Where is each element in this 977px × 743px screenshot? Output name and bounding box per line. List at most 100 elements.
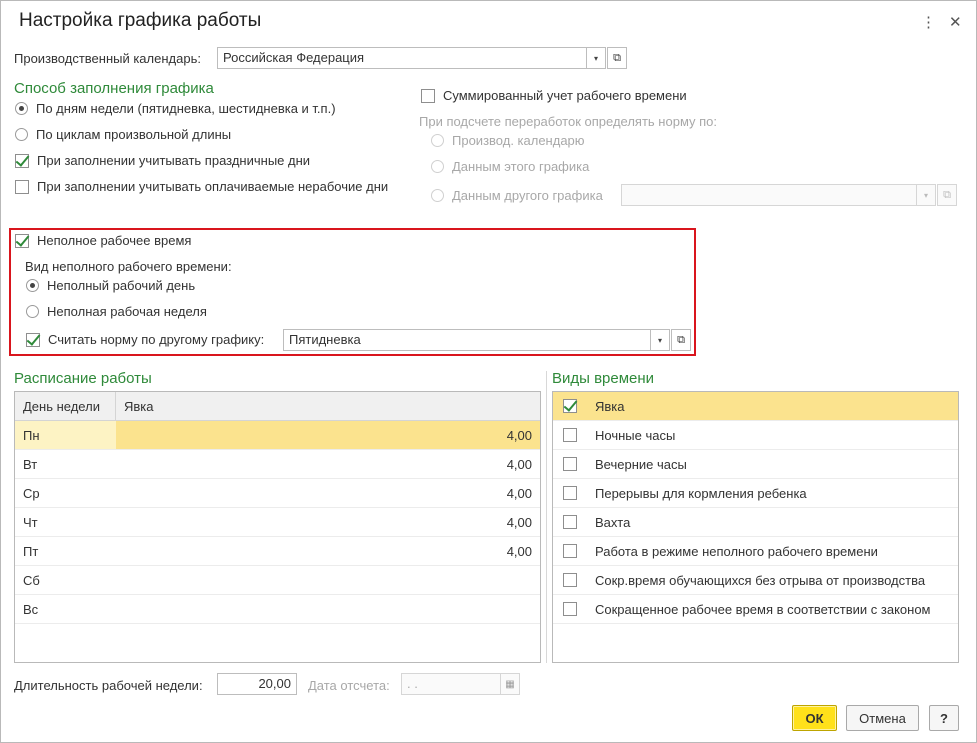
checkbox-unchecked[interactable] (563, 515, 577, 529)
other-schedule-dropdown-button[interactable]: ▾ (916, 184, 936, 206)
day-cell[interactable]: Сб (15, 566, 116, 594)
list-item[interactable]: Сокр.время обучающихся без отрыва от про… (553, 566, 958, 595)
cancel-button[interactable]: Отмена (846, 705, 919, 731)
table-row[interactable]: Ср 4,00 (15, 479, 540, 508)
day-cell[interactable]: Пт (15, 537, 116, 565)
checkbox-checked[interactable] (26, 332, 40, 347)
column-header-day[interactable]: День недели (15, 392, 116, 420)
part-time-day-option[interactable]: Неполный рабочий день (26, 278, 195, 293)
fill-by-weekdays-option[interactable]: По дням недели (пятидневка, шестидневка … (15, 101, 336, 116)
checkbox-unchecked[interactable] (563, 544, 577, 558)
checkbox-unchecked[interactable] (563, 486, 577, 500)
chevron-down-icon: ▾ (923, 190, 928, 200)
close-icon[interactable]: ✕ (949, 13, 962, 31)
schedule-table[interactable]: День недели Явка Пн 4,00 Вт 4,00 Ср 4,00 Чт 4,0… (14, 391, 541, 663)
list-item[interactable]: Ночные часы (553, 421, 958, 450)
help-button[interactable]: ? (929, 705, 959, 731)
attendance-cell[interactable]: 4,00 (116, 421, 540, 449)
calendar-open-button[interactable]: ⧉ (607, 47, 627, 69)
fill-by-weekdays-label: По дням недели (пятидневка, шестидневка … (36, 101, 336, 116)
attendance-cell[interactable] (116, 566, 540, 594)
list-item[interactable]: Явка (553, 392, 958, 421)
other-schedule-field[interactable] (621, 184, 917, 206)
table-row[interactable]: Вс (15, 595, 540, 624)
table-row[interactable]: Сб (15, 566, 540, 595)
calendar-label: Производственный календарь: (14, 51, 201, 66)
list-item[interactable]: Вахта (553, 508, 958, 537)
holidays-label: При заполнении учитывать праздничные дни (37, 153, 311, 168)
checkbox-cell[interactable] (553, 421, 587, 449)
fill-by-cycles-option[interactable]: По циклам произвольной длины (15, 127, 231, 142)
calendar-dropdown-button[interactable]: ▾ (586, 47, 606, 69)
part-time-kind-label: Вид неполного рабочего времени: (25, 259, 232, 274)
checkbox-checked[interactable] (15, 153, 29, 168)
kebab-menu-icon[interactable]: ⋮ (921, 13, 936, 31)
attendance-cell[interactable]: 4,00 (116, 537, 540, 565)
section-divider (546, 371, 547, 663)
table-row[interactable]: Пт 4,00 (15, 537, 540, 566)
attendance-cell[interactable]: 4,00 (116, 479, 540, 507)
checkbox-cell[interactable] (553, 595, 587, 623)
norm-by-other-schedule-option[interactable]: Данным другого графика (431, 188, 603, 203)
day-cell[interactable]: Пн (15, 421, 116, 449)
list-item[interactable]: Сокращенное рабочее время в соответствии… (553, 595, 958, 624)
day-cell[interactable]: Вс (15, 595, 116, 623)
checkbox-cell[interactable] (553, 392, 587, 420)
attendance-cell[interactable]: 4,00 (116, 508, 540, 536)
checkbox-checked[interactable] (563, 399, 577, 413)
time-type-label: Вечерние часы (595, 456, 687, 472)
checkbox-cell[interactable] (553, 537, 587, 565)
radio-unselected[interactable] (15, 128, 28, 141)
checkbox-unchecked[interactable] (15, 179, 29, 194)
day-cell[interactable]: Ср (15, 479, 116, 507)
checkbox-cell[interactable] (553, 508, 587, 536)
norm-other-dropdown-button[interactable]: ▾ (650, 329, 670, 351)
attendance-cell[interactable]: 4,00 (116, 450, 540, 478)
ok-button[interactable]: ОК (792, 705, 837, 731)
radio-disabled[interactable] (431, 189, 444, 202)
checkbox-unchecked[interactable] (563, 428, 577, 442)
norm-by-this-schedule-option[interactable]: Данным этого графика (431, 159, 589, 174)
checkbox-cell[interactable] (553, 450, 587, 478)
radio-selected[interactable] (26, 279, 39, 292)
week-length-field[interactable]: 20,00 (217, 673, 297, 695)
day-cell[interactable]: Вт (15, 450, 116, 478)
column-header-attendance[interactable]: Явка (116, 392, 540, 420)
checkbox-unchecked[interactable] (421, 88, 435, 103)
table-row[interactable]: Вт 4,00 (15, 450, 540, 479)
table-row[interactable]: Чт 4,00 (15, 508, 540, 537)
summary-accounting-label: Суммированный учет рабочего времени (443, 88, 687, 103)
norm-other-checkbox[interactable]: Считать норму по другому графику: (26, 332, 264, 347)
report-date-picker-button[interactable]: ▦ (500, 673, 520, 695)
holidays-checkbox[interactable]: При заполнении учитывать праздничные дни (15, 153, 310, 168)
checkbox-cell[interactable] (553, 566, 587, 594)
list-item[interactable]: Перерывы для кормления ребенка (553, 479, 958, 508)
norm-by-calendar-option[interactable]: Производ. календарю (431, 133, 585, 148)
checkbox-checked[interactable] (15, 233, 29, 248)
checkbox-unchecked[interactable] (563, 457, 577, 471)
part-time-checkbox[interactable]: Неполное рабочее время (15, 233, 191, 248)
checkbox-cell[interactable] (553, 479, 587, 507)
part-time-week-option[interactable]: Неполная рабочая неделя (26, 304, 207, 319)
norm-other-open-button[interactable]: ⧉ (671, 329, 691, 351)
table-row[interactable]: Пн 4,00 (15, 421, 540, 450)
radio-disabled[interactable] (431, 160, 444, 173)
radio-unselected[interactable] (26, 305, 39, 318)
checkbox-unchecked[interactable] (563, 573, 577, 587)
norm-other-schedule-field[interactable]: Пятидневка (283, 329, 651, 351)
paid-nonwork-checkbox[interactable]: При заполнении учитывать оплачиваемые не… (15, 179, 388, 194)
calendar-field[interactable]: Российская Федерация (217, 47, 587, 69)
schedule-table-body: Пн 4,00 Вт 4,00 Ср 4,00 Чт 4,00 Пт 4,00 Сб Вс (15, 421, 540, 624)
list-item[interactable]: Работа в режиме неполного рабочего време… (553, 537, 958, 566)
list-item[interactable]: Вечерние часы (553, 450, 958, 479)
day-cell[interactable]: Чт (15, 508, 116, 536)
report-date-field[interactable]: . . (401, 673, 501, 695)
time-types-heading: Виды времени (552, 370, 655, 387)
checkbox-unchecked[interactable] (563, 602, 577, 616)
radio-disabled[interactable] (431, 134, 444, 147)
other-schedule-open-button[interactable]: ⧉ (937, 184, 957, 206)
time-types-list[interactable]: Явка Ночные часы Вечерние часы Перерывы для… (552, 391, 959, 663)
summary-accounting-checkbox[interactable]: Суммированный учет рабочего времени (421, 88, 687, 103)
attendance-cell[interactable] (116, 595, 540, 623)
radio-selected[interactable] (15, 102, 28, 115)
